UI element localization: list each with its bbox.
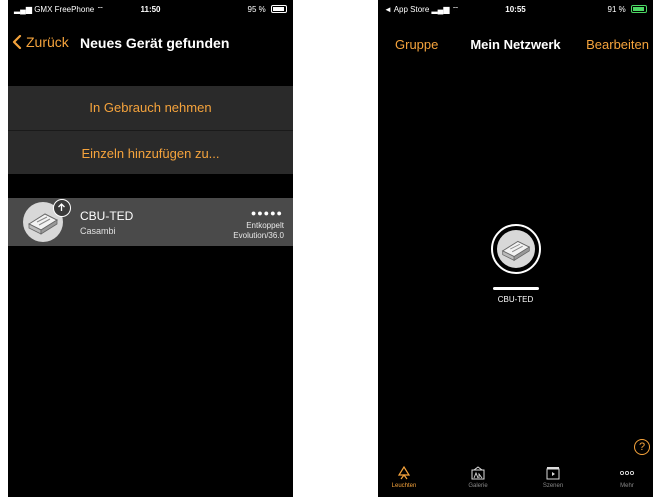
device-vendor: Casambi bbox=[80, 226, 116, 236]
tab-label: Mehr bbox=[620, 483, 634, 489]
edit-button[interactable]: Bearbeiten bbox=[586, 37, 649, 52]
status-bar: ◄ App Store ▂▄▆ ⌔ 10:55 91 % bbox=[378, 0, 653, 18]
navigation-bar: Zurück Neues Gerät gefunden bbox=[8, 34, 293, 54]
right-phone-screen: ◄ App Store ▂▄▆ ⌔ 10:55 91 % Gruppe Mein… bbox=[378, 0, 653, 497]
status-bar: ▂▄▆ GMX FreePhone ⌔ 11:50 95 % bbox=[8, 0, 293, 18]
tab-lamps[interactable]: Leuchten bbox=[379, 460, 429, 497]
battery-charging-icon bbox=[631, 5, 647, 13]
device-label: CBU-TED bbox=[497, 295, 534, 304]
tab-label: Szenen bbox=[542, 483, 564, 489]
divider bbox=[8, 130, 293, 131]
signal-strength-dots: ●●●●● bbox=[250, 208, 283, 218]
device-node[interactable] bbox=[491, 224, 541, 274]
action-list: In Gebrauch nehmen Einzeln hinzufügen zu… bbox=[8, 86, 293, 174]
device-name: CBU-TED bbox=[80, 209, 134, 223]
lamp-icon bbox=[397, 466, 411, 480]
tab-label: Galerie bbox=[468, 483, 488, 489]
tab-label: Leuchten bbox=[391, 483, 417, 489]
gallery-icon bbox=[471, 466, 485, 480]
tab-gallery[interactable]: Galerie bbox=[453, 460, 503, 497]
tab-bar: Leuchten Galerie Szenen Mehr bbox=[378, 460, 653, 497]
chevron-left-icon bbox=[12, 35, 22, 49]
add-individually-button[interactable]: Einzeln hinzufügen zu... bbox=[8, 146, 293, 161]
back-button[interactable]: Zurück bbox=[12, 34, 69, 50]
help-button[interactable]: ? bbox=[634, 439, 650, 455]
tab-scenes[interactable]: Szenen bbox=[528, 460, 578, 497]
tab-more[interactable]: Mehr bbox=[602, 460, 652, 497]
battery-indicator: 91 % bbox=[608, 5, 647, 14]
device-firmware: Evolution/36.0 bbox=[233, 231, 284, 240]
use-device-button[interactable]: In Gebrauch nehmen bbox=[8, 100, 293, 115]
device-image bbox=[497, 230, 535, 268]
more-icon bbox=[619, 470, 635, 476]
navigation-bar: Gruppe Mein Netzwerk Bearbeiten bbox=[378, 37, 653, 57]
page-title: Neues Gerät gefunden bbox=[80, 35, 230, 51]
battery-indicator: 95 % bbox=[248, 5, 287, 14]
group-button[interactable]: Gruppe bbox=[395, 37, 438, 52]
left-phone-screen: ▂▄▆ GMX FreePhone ⌔ 11:50 95 % Zurück Ne… bbox=[8, 0, 293, 497]
device-state: Entkoppelt bbox=[246, 221, 284, 230]
battery-icon bbox=[271, 5, 287, 13]
brightness-bar bbox=[493, 287, 539, 290]
device-list-item[interactable]: CBU-TED Casambi ●●●●● Entkoppelt Evoluti… bbox=[8, 198, 293, 246]
back-label: Zurück bbox=[26, 34, 69, 50]
update-arrow-icon bbox=[53, 199, 71, 217]
scenes-icon bbox=[546, 467, 560, 480]
